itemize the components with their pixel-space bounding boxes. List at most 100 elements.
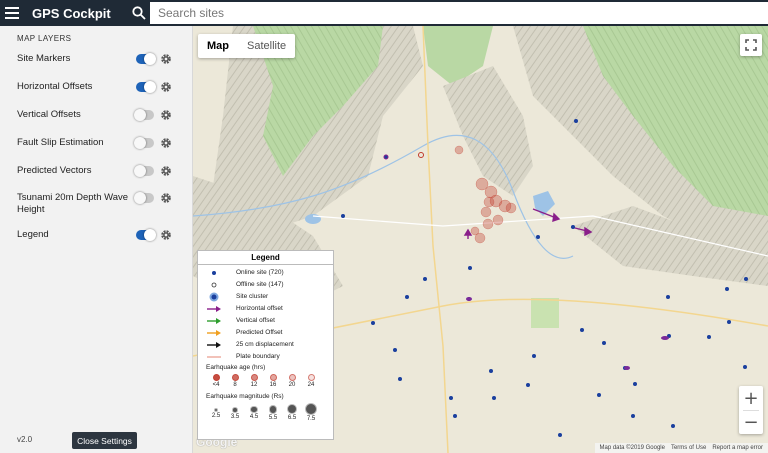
- menu-button[interactable]: [0, 0, 24, 26]
- quake-age-label: 8: [233, 382, 237, 388]
- quake-magnitude-swatch: [232, 407, 238, 413]
- report-error-link[interactable]: Report a map error: [712, 445, 763, 451]
- quake-age-label: 12: [250, 382, 258, 388]
- section-title: MAP LAYERS: [17, 34, 72, 43]
- quake-age-swatch: [231, 374, 239, 381]
- layer-label: Predicted Vectors: [17, 165, 92, 176]
- quake-magnitude-item: 7.5: [303, 403, 319, 422]
- map-legend: Legend Online site (720) Offline site (1…: [197, 250, 334, 440]
- quake-age-label: <4: [212, 382, 220, 388]
- map-data-credit: Map data ©2019 Google: [599, 445, 665, 451]
- quake-magnitude-swatch: [305, 403, 317, 415]
- fullscreen-button[interactable]: [740, 34, 762, 56]
- offline-site-icon: [211, 282, 217, 288]
- horizontal-offsets-toggle[interactable]: [136, 81, 156, 93]
- site-markers-toggle[interactable]: [136, 53, 156, 65]
- quake-age-swatch: [250, 374, 258, 381]
- legend-item-horizontal: Horizontal offset: [198, 304, 333, 314]
- legend-item-vertical: Vertical offset: [198, 316, 333, 326]
- quake-magnitude-title: Earhquake magnitude (Rs): [206, 393, 284, 400]
- quake-magnitude-item: 5.5: [265, 405, 281, 421]
- quake-magnitude-item: 4.5: [246, 406, 262, 420]
- gear-icon[interactable]: [160, 229, 172, 241]
- top-bar: GPS Cockpit: [0, 0, 768, 26]
- legend-item-displacement: 25 cm displacement: [198, 340, 333, 350]
- quake-magnitude-label: 4.5: [249, 414, 259, 421]
- online-site-icon: [212, 271, 216, 275]
- zoom-out-button[interactable]: −: [739, 410, 763, 434]
- close-settings-button[interactable]: Close Settings: [72, 432, 137, 449]
- search-button[interactable]: [127, 0, 151, 26]
- quake-magnitude-label: 5.5: [268, 414, 278, 421]
- layer-label: Fault Slip Estimation: [17, 137, 104, 148]
- fullscreen-icon: [745, 39, 757, 51]
- layer-label: Legend: [17, 229, 49, 240]
- plate-boundary-icon: [207, 356, 221, 358]
- quake-age-swatch: [269, 374, 277, 381]
- quake-age-title: Earhquake age (hrs): [206, 364, 266, 371]
- gear-icon[interactable]: [160, 81, 172, 93]
- layer-row-fault-slip: Fault Slip Estimation: [17, 137, 182, 157]
- legend-item-online: Online site (720): [198, 268, 333, 278]
- search-input[interactable]: [150, 2, 768, 24]
- legend-item-predicted: Predicted Offset: [198, 328, 333, 338]
- layer-label: Vertical Offsets: [17, 109, 81, 120]
- layer-row-horizontal-offsets: Horizontal Offsets: [17, 81, 182, 101]
- quake-age-swatch: [288, 374, 296, 381]
- quake-age-swatch: [307, 374, 315, 381]
- arrow-icon: [207, 342, 221, 348]
- quake-magnitude-label: 2.5: [211, 413, 221, 419]
- quake-age-item: 8: [227, 374, 243, 388]
- vertical-offsets-toggle[interactable]: [134, 109, 154, 121]
- quake-age-label: 24: [307, 382, 315, 388]
- gear-icon[interactable]: [160, 165, 172, 177]
- quake-age-item: <4: [208, 374, 224, 388]
- quake-magnitude-swatch: [286, 404, 298, 415]
- zoom-control: + −: [739, 386, 763, 434]
- legend-toggle[interactable]: [136, 229, 156, 241]
- arrow-icon: [207, 330, 221, 336]
- legend-item-offline: Offline site (147): [198, 280, 333, 290]
- quake-magnitude-label: 6.5: [287, 415, 297, 422]
- quake-age-swatch: [212, 374, 220, 381]
- settings-sidebar: MAP LAYERS Site Markers Horizontal Offse…: [0, 26, 193, 453]
- quake-age-item: 16: [265, 374, 281, 388]
- quake-magnitude-swatch: [250, 406, 258, 414]
- legend-title: Legend: [198, 251, 333, 265]
- layer-row-vertical-offsets: Vertical Offsets: [17, 109, 182, 129]
- quake-age-item: 24: [303, 374, 319, 388]
- gear-icon[interactable]: [160, 137, 172, 149]
- legend-item-cluster: Site cluster: [198, 292, 333, 302]
- zoom-in-button[interactable]: +: [739, 386, 763, 410]
- layer-row-legend: Legend: [17, 229, 182, 249]
- quake-age-label: 16: [269, 382, 277, 388]
- app-title: GPS Cockpit: [32, 5, 111, 21]
- site-cluster-icon: [209, 292, 219, 302]
- quake-age-label: 20: [288, 382, 296, 388]
- version-label: v2.0: [17, 435, 33, 444]
- map-view[interactable]: Map Satellite + − Google Map data ©2019 …: [193, 26, 768, 453]
- map-type-map[interactable]: Map: [198, 34, 238, 58]
- gear-icon[interactable]: [160, 109, 172, 121]
- gear-icon[interactable]: [160, 192, 172, 204]
- gear-icon[interactable]: [160, 53, 172, 65]
- quake-magnitude-swatch: [268, 405, 278, 414]
- quake-magnitude-swatch: [214, 408, 218, 412]
- predicted-vectors-toggle[interactable]: [134, 165, 154, 177]
- search-icon: [132, 6, 146, 20]
- quake-magnitude-label: 7.5: [306, 416, 316, 422]
- quake-magnitude-item: 3.5: [227, 407, 243, 420]
- tsunami-toggle[interactable]: [134, 192, 154, 204]
- quake-age-item: 20: [284, 374, 300, 388]
- layer-label: Horizontal Offsets: [17, 81, 93, 92]
- terms-link[interactable]: Terms of Use: [671, 445, 706, 451]
- fault-slip-toggle[interactable]: [134, 137, 154, 149]
- layer-row-tsunami: Tsunami 20m Depth Wave Height: [17, 192, 182, 220]
- map-type-satellite[interactable]: Satellite: [238, 34, 295, 58]
- quake-age-item: 12: [246, 374, 262, 388]
- arrow-icon: [207, 306, 221, 312]
- layer-label: Site Markers: [17, 53, 71, 64]
- legend-item-plate: Plate boundary: [198, 352, 333, 362]
- map-attribution: Map data ©2019 Google Terms of Use Repor…: [594, 443, 768, 453]
- quake-magnitude-item: 6.5: [284, 404, 300, 421]
